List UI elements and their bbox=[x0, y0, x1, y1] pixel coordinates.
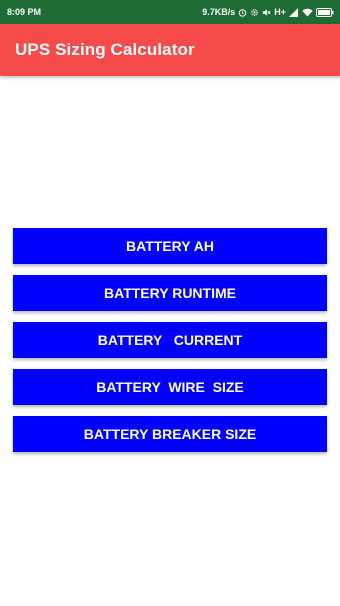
app-bar: UPS Sizing Calculator bbox=[0, 24, 340, 76]
network-speed: 9.7KB/s bbox=[202, 7, 236, 17]
battery-ah-button[interactable]: BATTERY AH bbox=[13, 228, 327, 264]
alarm-clock-icon bbox=[238, 8, 247, 17]
battery-runtime-button[interactable]: BATTERY RUNTIME bbox=[13, 275, 327, 311]
app-title: UPS Sizing Calculator bbox=[15, 40, 195, 59]
battery-icon bbox=[316, 7, 334, 17]
battery-wire-size-button[interactable]: BATTERY WIRE SIZE bbox=[13, 369, 327, 405]
settings-gear-icon bbox=[250, 8, 259, 17]
status-icons: 9.7KB/s H+ bbox=[202, 7, 334, 17]
menu-button-list: BATTERY AH BATTERY RUNTIME BATTERY CURRE… bbox=[13, 228, 327, 463]
signal-icon bbox=[289, 7, 299, 17]
battery-current-button[interactable]: BATTERY CURRENT bbox=[13, 322, 327, 358]
wifi-icon bbox=[302, 8, 313, 17]
network-type: H+ bbox=[274, 7, 286, 17]
status-bar: 8:09 PM 9.7KB/s H+ bbox=[0, 0, 340, 24]
battery-breaker-size-button[interactable]: BATTERY BREAKER SIZE bbox=[13, 416, 327, 452]
status-time: 8:09 PM bbox=[7, 7, 42, 17]
mute-icon bbox=[262, 8, 271, 17]
